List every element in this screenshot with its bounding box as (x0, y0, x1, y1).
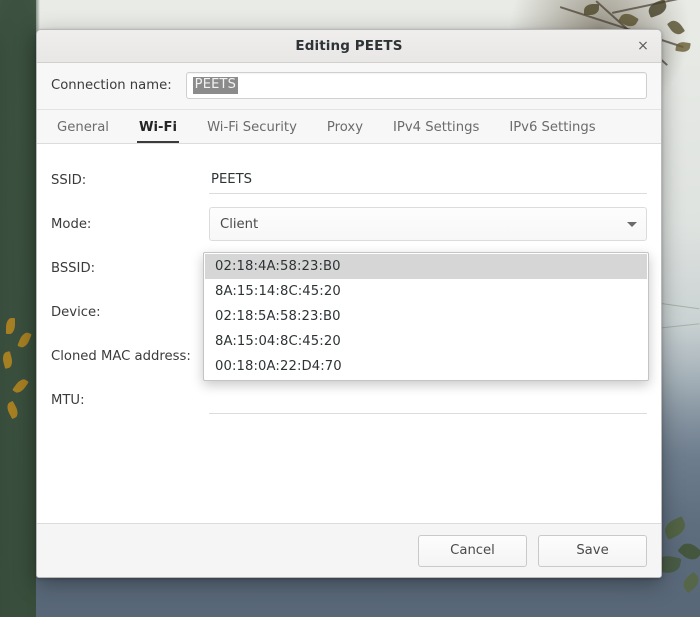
ssid-row: SSID: PEETS (51, 158, 647, 202)
connection-name-row: Connection name: PEETS (37, 63, 661, 110)
save-button[interactable]: Save (538, 534, 647, 567)
bssid-dropdown-list: 02:18:4A:58:23:B0 8A:15:14:8C:45:20 02:1… (203, 252, 649, 381)
tab-ipv6-settings[interactable]: IPv6 Settings (507, 117, 597, 143)
wallpaper-tree-column (0, 0, 36, 617)
dialog-footer: Cancel Save (37, 523, 661, 577)
tab-proxy[interactable]: Proxy (325, 117, 365, 143)
mode-row: Mode: Client (51, 202, 647, 246)
mode-combobox[interactable]: Client (209, 207, 647, 241)
dialog-title: Editing PEETS (295, 38, 403, 54)
connection-name-value: PEETS (192, 76, 239, 95)
wifi-settings-form: SSID: PEETS Mode: Client BSSID: Device: … (37, 144, 661, 523)
bssid-option[interactable]: 02:18:4A:58:23:B0 (205, 254, 647, 279)
chevron-down-icon (627, 221, 637, 227)
cloned-mac-label: Cloned MAC address: (51, 348, 191, 364)
wallpaper-branch (611, 0, 681, 14)
bssid-label: BSSID: (51, 260, 96, 276)
dialog-titlebar: Editing PEETS × (37, 30, 661, 63)
wallpaper-leaf (675, 40, 691, 54)
wallpaper-leaf (666, 17, 686, 38)
tab-wifi-security[interactable]: Wi-Fi Security (205, 117, 299, 143)
bssid-option[interactable]: 00:18:0A:22:D4:70 (205, 354, 647, 379)
tab-ipv4-settings[interactable]: IPv4 Settings (391, 117, 481, 143)
editing-connection-dialog: Editing PEETS × Connection name: PEETS G… (36, 29, 662, 578)
wallpaper-leaf (584, 4, 599, 15)
ssid-input[interactable]: PEETS (209, 167, 647, 194)
wallpaper-leaf (646, 0, 669, 18)
wallpaper-leaf (679, 571, 700, 594)
mode-label: Mode: (51, 216, 92, 232)
mtu-label: MTU: (51, 392, 85, 408)
tab-general[interactable]: General (55, 117, 111, 143)
cancel-button[interactable]: Cancel (418, 534, 527, 567)
settings-tabbar: General Wi-Fi Wi-Fi Security Proxy IPv4 … (37, 110, 661, 144)
connection-name-label: Connection name: (51, 78, 172, 93)
bssid-option[interactable]: 8A:15:14:8C:45:20 (205, 279, 647, 304)
connection-name-input[interactable]: PEETS (185, 72, 647, 99)
bssid-option[interactable]: 8A:15:04:8C:45:20 (205, 329, 647, 354)
mtu-input[interactable] (209, 387, 647, 414)
wallpaper-leaf (661, 516, 689, 540)
ssid-label: SSID: (51, 172, 87, 188)
close-icon[interactable]: × (632, 35, 654, 57)
mode-value: Client (220, 216, 259, 232)
bssid-option[interactable]: 02:18:5A:58:23:B0 (205, 304, 647, 329)
mtu-row: MTU: (51, 378, 647, 422)
device-label: Device: (51, 304, 101, 320)
tab-wifi[interactable]: Wi-Fi (136, 117, 180, 143)
